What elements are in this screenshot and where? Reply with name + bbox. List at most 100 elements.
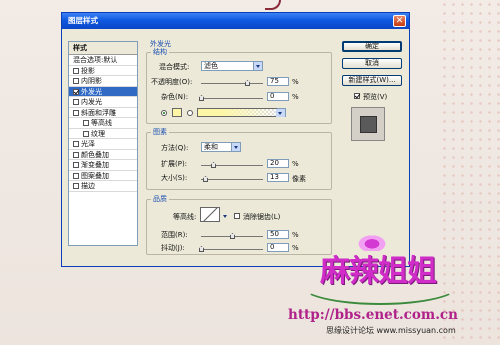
chevron-down-icon bbox=[276, 109, 285, 117]
jitter-slider[interactable] bbox=[199, 246, 263, 252]
preview-swatch bbox=[360, 116, 377, 133]
texture-checkbox[interactable] bbox=[83, 130, 89, 137]
chevron-down-icon bbox=[253, 62, 262, 70]
noise-slider-handle[interactable] bbox=[199, 95, 204, 101]
style-item-inner-glow[interactable]: 内发光 bbox=[69, 97, 137, 108]
outer-glow-checkbox[interactable] bbox=[73, 88, 79, 95]
style-item-pattern-overlay[interactable]: 图案叠加 bbox=[69, 171, 137, 181]
range-label: 范围(R): bbox=[161, 231, 188, 239]
jitter-label: 抖动(J): bbox=[161, 244, 185, 252]
style-item-label: 外发光 bbox=[81, 87, 102, 96]
opacity-label: 不透明度(O): bbox=[151, 78, 193, 86]
opacity-slider[interactable] bbox=[201, 80, 263, 86]
technique-select[interactable]: 柔和 bbox=[201, 142, 241, 152]
style-preview bbox=[351, 107, 385, 141]
style-item-label: 描边 bbox=[81, 182, 95, 190]
satin-checkbox[interactable] bbox=[73, 141, 79, 147]
bevel-emboss-checkbox[interactable] bbox=[73, 109, 79, 116]
contour-dropdown-arrow[interactable] bbox=[221, 212, 230, 222]
style-item-texture[interactable]: 纹理 bbox=[69, 129, 137, 139]
technique-label: 方法(Q): bbox=[161, 144, 189, 152]
glow-color-swatch[interactable] bbox=[172, 108, 182, 117]
style-item-label: 混合选项:默认 bbox=[73, 56, 118, 64]
color-overlay-checkbox[interactable] bbox=[73, 151, 79, 158]
preview-checkbox[interactable] bbox=[354, 93, 360, 99]
solid-color-radio[interactable] bbox=[161, 110, 167, 116]
style-item-contour[interactable]: 等高线 bbox=[69, 118, 137, 129]
preview-label: 预览(V) bbox=[363, 93, 388, 101]
range-input[interactable]: 50 bbox=[267, 230, 289, 239]
elements-group: 图素 方法(Q): 柔和 扩展(P): 20 % 大小(S): 13 像素 bbox=[146, 127, 332, 190]
style-item-label: 纹理 bbox=[91, 129, 105, 138]
style-item-label: 图案叠加 bbox=[81, 171, 109, 180]
style-item-inner-shadow[interactable]: 内阴影 bbox=[69, 76, 137, 87]
style-item-stroke[interactable]: 描边 bbox=[69, 181, 137, 192]
contour-picker[interactable] bbox=[200, 207, 220, 222]
elements-title: 图素 bbox=[151, 127, 169, 137]
style-list-header[interactable]: 样式 bbox=[69, 42, 137, 55]
opacity-slider-handle[interactable] bbox=[245, 80, 250, 86]
watermark-url: http://bbs.enet.com.cn bbox=[288, 307, 458, 323]
size-slider[interactable] bbox=[201, 176, 263, 182]
gradient-radio[interactable] bbox=[187, 110, 193, 116]
style-item-blending-options[interactable]: 混合选项:默认 bbox=[69, 55, 137, 66]
noise-slider[interactable] bbox=[199, 95, 263, 101]
noise-unit: % bbox=[292, 93, 299, 101]
spread-unit: % bbox=[292, 160, 299, 168]
range-slider[interactable] bbox=[201, 233, 263, 239]
style-item-label: 内发光 bbox=[81, 98, 102, 106]
style-item-outer-glow[interactable]: 外发光 bbox=[69, 86, 137, 97]
spread-input[interactable]: 20 bbox=[267, 159, 289, 168]
jitter-unit: % bbox=[292, 244, 299, 252]
ok-button[interactable]: 确定 bbox=[342, 41, 402, 52]
range-unit: % bbox=[292, 231, 299, 239]
title-bar[interactable]: 图层样式 ✕ bbox=[62, 13, 409, 29]
contour-checkbox[interactable] bbox=[83, 120, 89, 126]
jitter-slider-handle[interactable] bbox=[199, 246, 204, 252]
style-item-gradient-overlay[interactable]: 渐变叠加 bbox=[69, 160, 137, 171]
noise-input[interactable]: 0 bbox=[267, 92, 289, 101]
size-unit: 像素 bbox=[292, 175, 306, 183]
drop-shadow-checkbox[interactable] bbox=[73, 67, 79, 74]
structure-group: 结构 混合模式: 滤色 不透明度(O): 75 % 杂色(N): 0 % bbox=[146, 47, 332, 124]
chevron-down-icon bbox=[231, 143, 240, 151]
style-item-satin[interactable]: 光泽 bbox=[69, 139, 137, 150]
style-item-bevel-emboss[interactable]: 斜面和浮雕 bbox=[69, 108, 137, 118]
style-item-drop-shadow[interactable]: 投影 bbox=[69, 66, 137, 76]
spread-slider-handle[interactable] bbox=[211, 162, 216, 168]
blend-mode-select[interactable]: 滤色 bbox=[201, 61, 263, 71]
jitter-input[interactable]: 0 bbox=[267, 243, 289, 252]
style-item-label: 光泽 bbox=[81, 140, 95, 148]
anti-alias-label: 消除锯齿(L) bbox=[243, 213, 281, 221]
contour-label: 等高线: bbox=[173, 213, 197, 221]
inner-shadow-checkbox[interactable] bbox=[73, 78, 79, 84]
size-label: 大小(S): bbox=[161, 174, 188, 182]
pattern-overlay-checkbox[interactable] bbox=[73, 172, 79, 179]
inner-glow-checkbox[interactable] bbox=[73, 99, 79, 105]
style-item-label: 等高线 bbox=[91, 119, 112, 127]
gradient-overlay-checkbox[interactable] bbox=[73, 162, 79, 168]
noise-label: 杂色(N): bbox=[161, 93, 189, 101]
opacity-input[interactable]: 75 bbox=[267, 77, 289, 86]
background-decoration bbox=[265, 0, 281, 10]
blend-mode-value: 滤色 bbox=[204, 62, 218, 70]
stroke-checkbox[interactable] bbox=[73, 183, 79, 189]
quality-group: 品质 等高线: 消除锯齿(L) 范围(R): 50 % 抖动(J): 0 % bbox=[146, 194, 332, 255]
cancel-button[interactable]: 取消 bbox=[342, 58, 402, 69]
size-input[interactable]: 13 bbox=[267, 173, 289, 182]
new-style-button[interactable]: 新建样式(W)... bbox=[342, 75, 402, 86]
range-slider-handle[interactable] bbox=[230, 233, 235, 239]
glow-gradient-picker[interactable] bbox=[197, 108, 277, 117]
anti-alias-checkbox[interactable] bbox=[234, 213, 240, 219]
style-item-color-overlay[interactable]: 颜色叠加 bbox=[69, 150, 137, 160]
style-item-label: 投影 bbox=[81, 66, 95, 75]
vine-decoration bbox=[300, 265, 460, 305]
style-item-label: 颜色叠加 bbox=[81, 150, 109, 159]
chevron-down-icon bbox=[221, 212, 230, 220]
size-slider-handle[interactable] bbox=[203, 176, 208, 182]
style-item-label: 内阴影 bbox=[81, 77, 102, 85]
close-icon[interactable]: ✕ bbox=[393, 15, 406, 27]
gradient-dropdown[interactable] bbox=[276, 108, 286, 117]
spread-slider[interactable] bbox=[201, 162, 263, 168]
quality-title: 品质 bbox=[151, 194, 169, 204]
